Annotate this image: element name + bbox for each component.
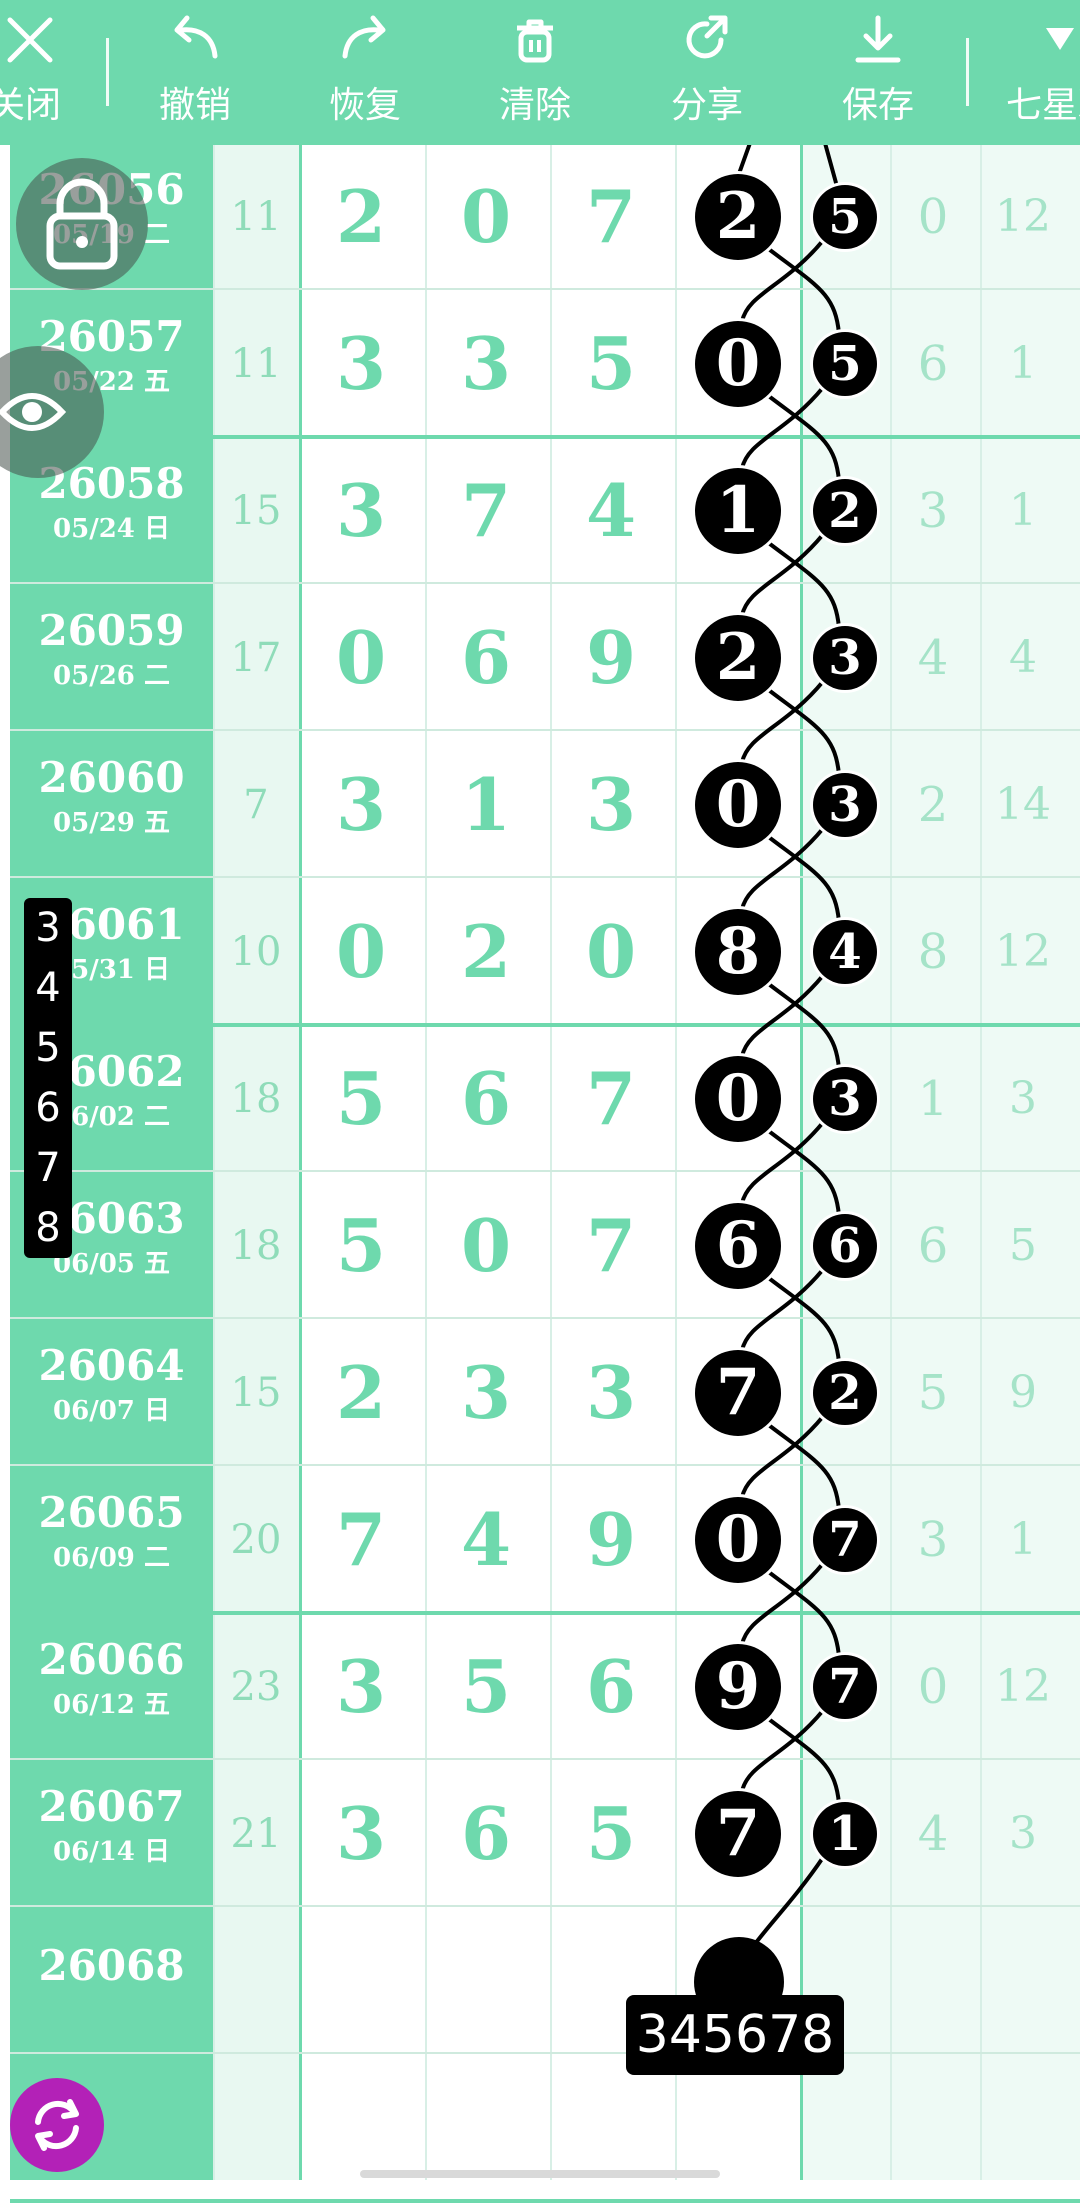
undo-icon	[174, 15, 218, 59]
close-label: 关闭	[0, 85, 61, 126]
share-icon	[686, 15, 728, 59]
eye-button[interactable]	[0, 346, 104, 478]
draw-ball[interactable]: 0	[695, 761, 781, 848]
span-ball[interactable]: 7	[813, 1654, 877, 1719]
trend-connector	[736, 145, 752, 178]
refresh-button[interactable]	[10, 2078, 104, 2172]
span-ball[interactable]: 3	[813, 772, 877, 837]
span-ball[interactable]: 3	[813, 625, 877, 690]
draw-ball[interactable]: 0	[695, 1055, 781, 1142]
strip-number: 3	[35, 905, 61, 951]
lock-button[interactable]	[16, 158, 148, 290]
span-ball[interactable]: 1	[813, 1801, 877, 1866]
span-ball[interactable]: 5	[813, 184, 877, 249]
draw-ball[interactable]: 2	[695, 614, 781, 701]
trend-chart-grid: 2605605/19 二112070122605705/22 五11335612…	[0, 145, 1080, 2203]
close-button[interactable]: 关闭	[0, 0, 90, 145]
share-button[interactable]: 分享	[647, 0, 767, 145]
save-button[interactable]: 保存	[818, 0, 938, 145]
span-ball[interactable]: 2	[813, 478, 877, 543]
eye-icon	[0, 393, 67, 431]
toolbar-separator	[966, 38, 969, 106]
refresh-icon	[35, 2099, 79, 2151]
strip-number: 4	[35, 965, 61, 1011]
draw-ball[interactable]: 1	[695, 467, 781, 554]
draw-ball[interactable]: 8	[695, 908, 781, 995]
draw-ball[interactable]: 9	[695, 1643, 781, 1730]
redo-label: 恢复	[328, 85, 401, 126]
download-icon	[855, 15, 901, 63]
draw-ball[interactable]: 6	[695, 1202, 781, 1289]
trash-icon	[517, 19, 553, 63]
span-ball[interactable]: 5	[813, 331, 877, 396]
trend-connector	[823, 145, 839, 188]
triangle-down-icon	[1046, 28, 1074, 50]
home-indicator	[360, 2170, 720, 2178]
draw-ball[interactable]: 0	[695, 1496, 781, 1583]
draw-ball[interactable]: 7	[695, 1790, 781, 1877]
redo-button[interactable]: 恢复	[305, 0, 425, 145]
prediction-label: 345678	[626, 1995, 844, 2075]
clear-button[interactable]: 清除	[475, 0, 595, 145]
draw-ball[interactable]: 7	[695, 1349, 781, 1436]
next-issue-id: 26068	[38, 1941, 185, 1990]
toolbar-separator	[106, 38, 109, 106]
close-icon	[7, 17, 53, 63]
undo-label: 撤销	[158, 85, 231, 126]
strip-number: 7	[35, 1145, 61, 1191]
clear-label: 清除	[498, 85, 571, 126]
span-ball[interactable]: 6	[813, 1213, 877, 1278]
grid-hline	[10, 2199, 1080, 2203]
top-toolbar: 关闭 撤销 恢复 清除 分享 保存 七星	[0, 0, 1080, 145]
strip-number: 6	[35, 1085, 61, 1131]
lottery-select[interactable]: 七星彩	[990, 0, 1080, 145]
save-label: 保存	[841, 85, 914, 126]
number-strip[interactable]: 3 4 5 6 7 8	[24, 898, 72, 1258]
span-ball[interactable]: 4	[813, 919, 877, 984]
share-label: 分享	[670, 85, 743, 126]
span-ball[interactable]: 7	[813, 1507, 877, 1572]
strip-number: 8	[35, 1205, 61, 1251]
span-ball[interactable]: 2	[813, 1360, 877, 1425]
draw-ball[interactable]: 2	[695, 173, 781, 260]
connector-lines	[736, 145, 841, 1975]
span-ball[interactable]: 3	[813, 1066, 877, 1131]
redo-icon	[342, 15, 386, 59]
strip-number: 5	[35, 1025, 61, 1071]
draw-ball[interactable]: 0	[695, 320, 781, 407]
lock-icon	[46, 178, 118, 270]
undo-button[interactable]: 撤销	[135, 0, 255, 145]
lottery-label: 七星彩	[1005, 85, 1080, 126]
